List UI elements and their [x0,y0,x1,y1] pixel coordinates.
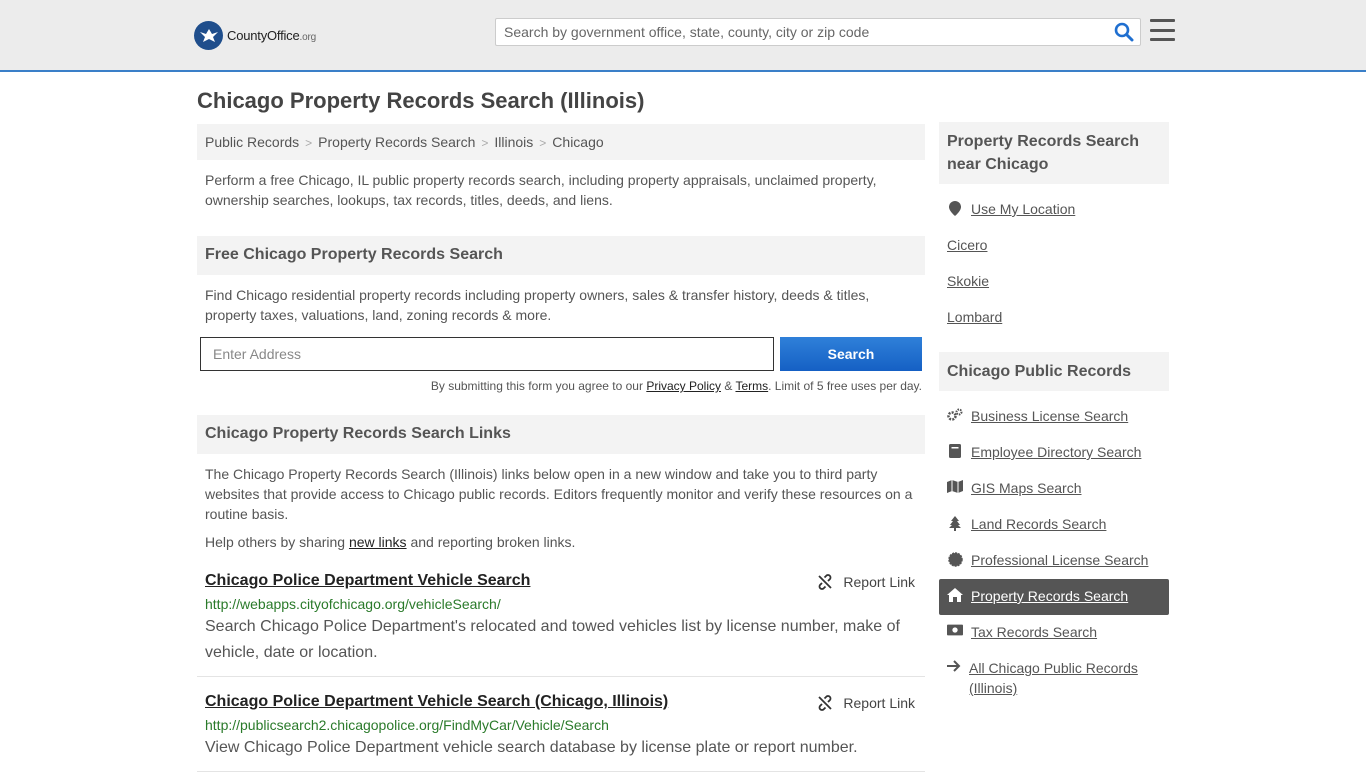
sidebar-link[interactable]: Tax Records Search [971,624,1097,640]
address-input[interactable] [200,337,774,371]
search-button[interactable]: Search [780,337,922,371]
nearby-city-link[interactable]: Skokie [947,273,989,289]
record-title-link[interactable]: Chicago Police Department Vehicle Search… [205,693,668,710]
breadcrumb-public-records[interactable]: Public Records [205,134,299,150]
sidebar-item-business-license[interactable]: Business License Search [939,399,1169,435]
use-my-location-item[interactable]: Use My Location [939,192,1169,228]
privacy-policy-link[interactable]: Privacy Policy [646,379,721,393]
logo[interactable]: CountyOffice.org [194,20,316,50]
nearby-city-link[interactable]: Cicero [947,237,987,253]
report-link-button[interactable]: Report Link [817,695,915,711]
nearby-city-item[interactable]: Cicero [939,228,1169,264]
sidebar-item-tax-records[interactable]: Tax Records Search [939,615,1169,651]
record-title-link[interactable]: Chicago Police Department Vehicle Search [205,572,530,589]
sidebar: Property Records Search near Chicago Use… [939,122,1169,699]
report-link-button[interactable]: Report Link [817,574,915,590]
sidebar-link[interactable]: Business License Search [971,408,1128,424]
form-disclaimer: By submitting this form you agree to our… [430,379,922,393]
logo-text: CountyOffice.org [227,27,316,43]
tree-icon [947,516,963,531]
eagle-logo-icon [194,20,223,50]
terms-link[interactable]: Terms [735,379,768,393]
broken-link-icon [818,695,833,711]
certificate-icon [947,552,963,567]
nearby-list: Use My Location Cicero Skokie Lombard [939,184,1169,336]
page-title: Chicago Property Records Search (Illinoi… [197,88,645,113]
search-icon[interactable] [1114,22,1134,42]
record-url: http://publicsearch2.chicagopolice.org/F… [205,717,609,733]
public-records-list: Business License Search Employee Directo… [939,391,1169,699]
broken-link-icon [818,574,833,590]
map-icon [947,480,963,493]
nearby-city-item[interactable]: Skokie [939,264,1169,300]
site-search-box [495,18,1141,46]
new-links-link[interactable]: new links [349,534,407,550]
main-content: Public Records > Property Records Search > I… [197,124,925,772]
sidebar-item-land-records[interactable]: Land Records Search [939,507,1169,543]
record-description: View Chicago Police Department vehicle s… [205,739,858,756]
record-item: Chicago Police Department Vehicle Search… [197,677,925,772]
record-item: Chicago Police Department Vehicle Search… [197,550,925,677]
record-url: http://webapps.cityofchicago.org/vehicle… [205,596,501,612]
nearby-city-link[interactable]: Lombard [947,309,1002,325]
home-icon [947,588,963,602]
arrow-right-icon [947,660,961,672]
sidebar-link[interactable]: Professional License Search [971,552,1148,568]
sidebar-link[interactable]: Employee Directory Search [971,444,1141,460]
address-search-form: Search [197,325,925,371]
help-text: Help others by sharing new links and rep… [205,534,576,550]
sidebar-link[interactable]: Land Records Search [971,516,1106,532]
record-description: Search Chicago Police Department's reloc… [205,618,900,661]
book-icon [947,444,963,458]
free-search-heading: Free Chicago Property Records Search [197,236,925,275]
sidebar-item-all-public-records[interactable]: All Chicago Public Records (Illinois) [939,651,1169,699]
sidebar-link[interactable]: GIS Maps Search [971,480,1082,496]
sidebar-link[interactable]: All Chicago Public Records (Illinois) [969,658,1161,698]
links-text: The Chicago Property Records Search (Ill… [205,466,913,522]
sidebar-item-professional-license[interactable]: Professional License Search [939,543,1169,579]
sidebar-item-gis-maps[interactable]: GIS Maps Search [939,471,1169,507]
use-my-location-link[interactable]: Use My Location [971,201,1075,217]
sidebar-link[interactable]: Property Records Search [971,588,1128,604]
site-search-input[interactable] [496,19,1106,45]
free-search-text: Find Chicago residential property record… [205,287,870,323]
breadcrumb-illinois[interactable]: Illinois [494,134,533,150]
nearby-city-item[interactable]: Lombard [939,300,1169,336]
public-records-heading: Chicago Public Records [939,352,1169,391]
breadcrumb-property-records[interactable]: Property Records Search [318,134,475,150]
money-icon [947,624,963,636]
gears-icon [947,408,963,422]
links-heading: Chicago Property Records Search Links [197,415,925,454]
sidebar-item-property-records[interactable]: Property Records Search [939,579,1169,615]
breadcrumb: Public Records > Property Records Search > I… [197,124,925,160]
hamburger-menu-icon[interactable] [1150,19,1175,41]
map-marker-icon [947,201,963,216]
top-bar: CountyOffice.org [0,0,1366,72]
breadcrumb-chicago[interactable]: Chicago [552,134,603,150]
sidebar-item-employee-directory[interactable]: Employee Directory Search [939,435,1169,471]
nearby-heading: Property Records Search near Chicago [939,122,1169,184]
